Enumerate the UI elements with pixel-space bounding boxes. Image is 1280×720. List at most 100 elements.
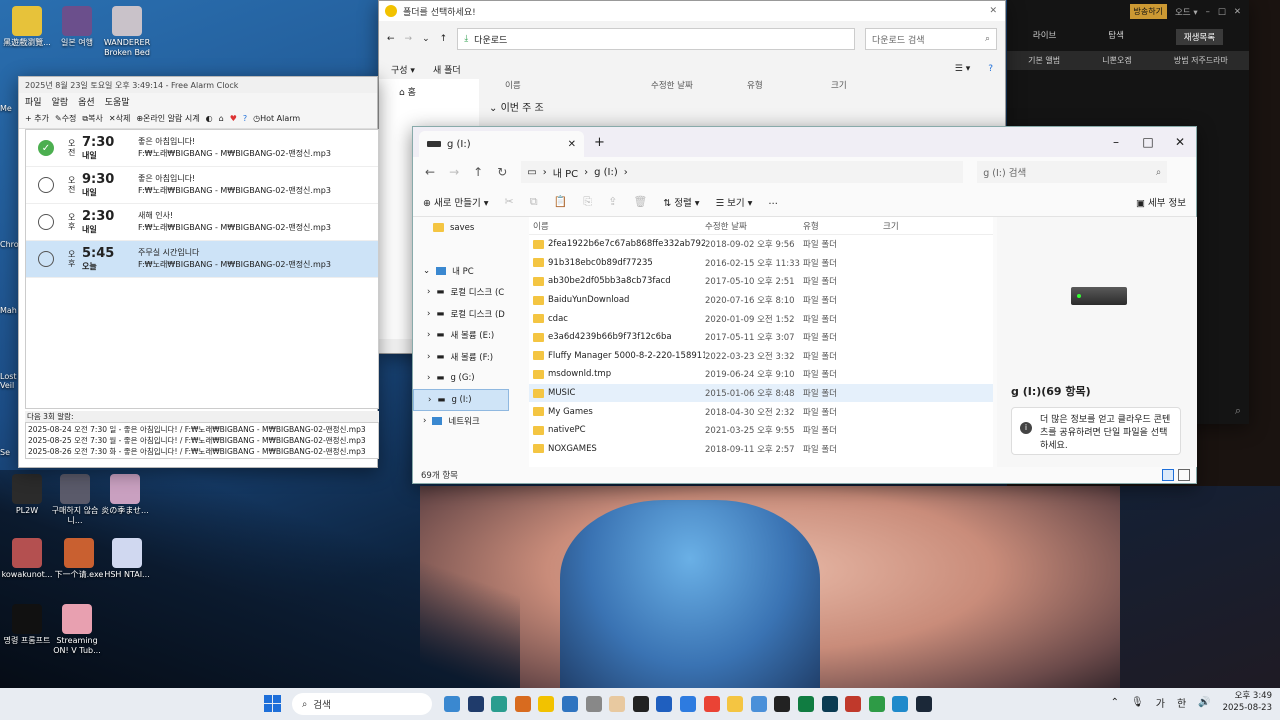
- nav-item-saves[interactable]: saves: [413, 217, 509, 239]
- picker-search-input[interactable]: 다운로드 검색 ⌕: [865, 28, 997, 50]
- up-icon[interactable]: ↑: [473, 165, 483, 179]
- details-view-icon[interactable]: [1162, 469, 1174, 481]
- file-row[interactable]: Fluffy Manager 5000-8-2-220-1589117... 20…: [529, 347, 993, 366]
- share-icon[interactable]: ⇪: [608, 195, 617, 208]
- file-row[interactable]: e3a6d4239b66b9f73f12c6ba 2017-05-11 오후 3:…: [529, 328, 993, 347]
- taskbar-app-icon[interactable]: [467, 696, 484, 712]
- desktop-edge-label[interactable]: Mah: [0, 306, 18, 315]
- desktop-icon[interactable]: WANDERER Broken Bed: [100, 6, 154, 58]
- explorer-address-bar[interactable]: ▭ › 내 PC › g (I:) ›: [521, 161, 964, 183]
- taskbar-app-icon[interactable]: [656, 696, 673, 712]
- nav-item-drive-f[interactable]: › ▬ 새 볼륨 (F:): [413, 346, 509, 368]
- desktop-icon[interactable]: 下一个请.exe: [52, 538, 106, 580]
- search-icon[interactable]: ⌕: [1235, 404, 1241, 418]
- file-row[interactable]: 91b318ebc0b89df77235 2016-02-15 오후 11:33 파…: [529, 254, 993, 273]
- hot-alarm-button[interactable]: ◷Hot Alarm: [253, 114, 300, 123]
- alarm-row[interactable]: 오후 5:45 오늘 주무실 시간입니다 F:₩노래₩BIGBANG - M₩BIG…: [26, 241, 378, 278]
- file-row[interactable]: BaiduYunDownload 2020-07-16 오후 8:10 파일 폴더: [529, 291, 993, 310]
- desktop-icon[interactable]: kowakunot...: [0, 538, 54, 580]
- column-type[interactable]: 유형: [803, 220, 883, 232]
- tab-explore[interactable]: 탐색: [1108, 29, 1124, 45]
- file-row[interactable]: ab30be2df05bb3a8cb73facd 2017-05-10 오후 2:…: [529, 272, 993, 291]
- taskbar-app-icon[interactable]: [514, 696, 531, 712]
- file-row[interactable]: NOXGAMES 2018-09-11 오후 2:57 파일 폴더: [529, 440, 993, 459]
- file-row[interactable]: My Games 2018-04-30 오전 2:32 파일 폴더: [529, 402, 993, 421]
- maximize-icon[interactable]: □: [1218, 7, 1226, 17]
- taskbar-app-icon[interactable]: [585, 696, 602, 712]
- add-button[interactable]: + 추가: [25, 113, 49, 124]
- unchecked-icon[interactable]: [38, 251, 54, 267]
- taskbar-app-icon[interactable]: [774, 696, 791, 712]
- menu-options[interactable]: 옵션: [78, 95, 95, 108]
- microphone-icon[interactable]: 🎙: [1131, 697, 1144, 708]
- taskbar-app-icon[interactable]: [632, 696, 649, 712]
- copy-icon[interactable]: ⧉: [530, 195, 538, 209]
- theme-icon[interactable]: ◐: [206, 114, 213, 123]
- taskbar-app-icon[interactable]: [444, 696, 460, 712]
- delete-button[interactable]: ✕삭제: [109, 113, 130, 124]
- breadcrumb-drive[interactable]: g (I:): [594, 167, 618, 178]
- taskbar-app-icon[interactable]: [821, 696, 838, 712]
- desktop-edge-label[interactable]: Se: [0, 448, 18, 457]
- taskbar-app-icon[interactable]: [562, 696, 578, 712]
- new-tab-icon[interactable]: +: [594, 135, 605, 150]
- ime-indicator[interactable]: 가: [1156, 695, 1165, 710]
- minimize-icon[interactable]: –: [1206, 7, 1210, 17]
- alarm-row[interactable]: 오후 2:30 내일 새해 인사! F:₩노래₩BIGBANG - M₩BIGBAN…: [26, 204, 378, 241]
- paste-icon[interactable]: 📋: [554, 195, 568, 208]
- nav-item-drive-g[interactable]: › ▬ g (G:): [413, 368, 509, 390]
- close-tab-icon[interactable]: ✕: [568, 139, 576, 150]
- help-icon[interactable]: ?: [243, 114, 247, 123]
- up-icon[interactable]: ↑: [440, 34, 448, 44]
- alarm-row[interactable]: ✓ 오전 7:30 내일 좋은 아침입니다! F:₩노래₩BIGBANG - M₩B…: [26, 130, 378, 167]
- close-icon[interactable]: ✕: [1164, 135, 1196, 149]
- subtab-drama[interactable]: 방범 저주드라마: [1174, 55, 1228, 66]
- subtab-nippon[interactable]: 니뽄오겜: [1102, 55, 1131, 66]
- broadcast-button[interactable]: 방송하기: [1129, 4, 1167, 19]
- column-name[interactable]: 이름: [483, 79, 651, 91]
- menu-file[interactable]: 파일: [25, 95, 42, 108]
- new-folder-button[interactable]: 새 폴더: [433, 63, 461, 76]
- maximize-icon[interactable]: □: [1132, 135, 1164, 149]
- taskbar-app-icon[interactable]: [845, 696, 862, 712]
- details-button[interactable]: ▣ 세부 정보: [1136, 195, 1186, 209]
- taskbar-app-icon[interactable]: [868, 696, 885, 712]
- heart-icon[interactable]: ♥: [230, 114, 237, 123]
- minimize-icon[interactable]: –: [1100, 135, 1132, 149]
- taskbar-app-icon[interactable]: [750, 696, 767, 712]
- column-date[interactable]: 수정한 날짜: [651, 79, 747, 91]
- close-icon[interactable]: ✕: [989, 6, 997, 16]
- taskbar-search[interactable]: ⌕ 검색: [292, 693, 432, 715]
- taskbar-app-icon[interactable]: [727, 696, 744, 712]
- taskbar-app-icon[interactable]: [538, 696, 555, 712]
- back-icon[interactable]: ←: [387, 34, 395, 44]
- nav-item-this-pc[interactable]: ⌄ 내 PC: [413, 260, 509, 282]
- breadcrumb-pc[interactable]: 내 PC: [553, 165, 578, 180]
- taskbar-app-icon[interactable]: [892, 696, 909, 712]
- organize-button[interactable]: 구성 ▾: [391, 63, 415, 76]
- sort-button[interactable]: ⇅ 정렬 ▾: [663, 195, 699, 209]
- menu-alarm[interactable]: 알람: [52, 95, 69, 108]
- view-options-icon[interactable]: ☰ ▾: [955, 64, 970, 74]
- nav-item-drive-e[interactable]: › ▬ 새 볼륨 (E:): [413, 325, 509, 347]
- tab-playlist[interactable]: 재생목록: [1175, 29, 1224, 45]
- forward-icon[interactable]: →: [405, 34, 413, 44]
- file-row-selected[interactable]: MUSIC 2015-01-06 오후 8:48 파일 폴더: [529, 383, 993, 403]
- desktop-icon[interactable]: HSH NTAI...: [100, 538, 154, 580]
- windows-start-icon[interactable]: [264, 695, 282, 713]
- more-button[interactable]: …: [768, 196, 778, 207]
- explorer-tab[interactable]: g (I:) ✕: [419, 131, 584, 157]
- picker-address-bar[interactable]: ⤓ 다운로드: [457, 28, 855, 50]
- language-indicator[interactable]: 한: [1177, 695, 1186, 710]
- nav-item-drive-d[interactable]: › ▬ 로컬 디스크 (D: [413, 303, 509, 325]
- online-alarm-button[interactable]: ⊕온라인 알람 시계: [136, 113, 199, 124]
- file-row[interactable]: nativePC 2021-03-25 오후 9:55 파일 폴더: [529, 421, 993, 440]
- file-row[interactable]: 2fea1922b6e7c67ab868ffe332ab792d 2018-09-…: [529, 235, 993, 254]
- taskbar-app-icon[interactable]: [916, 696, 932, 712]
- close-icon[interactable]: ✕: [1234, 7, 1241, 17]
- menu-help[interactable]: 도움말: [105, 95, 130, 108]
- forward-icon[interactable]: →: [449, 165, 459, 179]
- taskbar-app-icon[interactable]: [798, 696, 814, 712]
- mode-dropdown[interactable]: 오드 ▾: [1175, 6, 1198, 18]
- file-row[interactable]: msdownld.tmp 2019-06-24 오후 9:10 파일 폴더: [529, 365, 993, 384]
